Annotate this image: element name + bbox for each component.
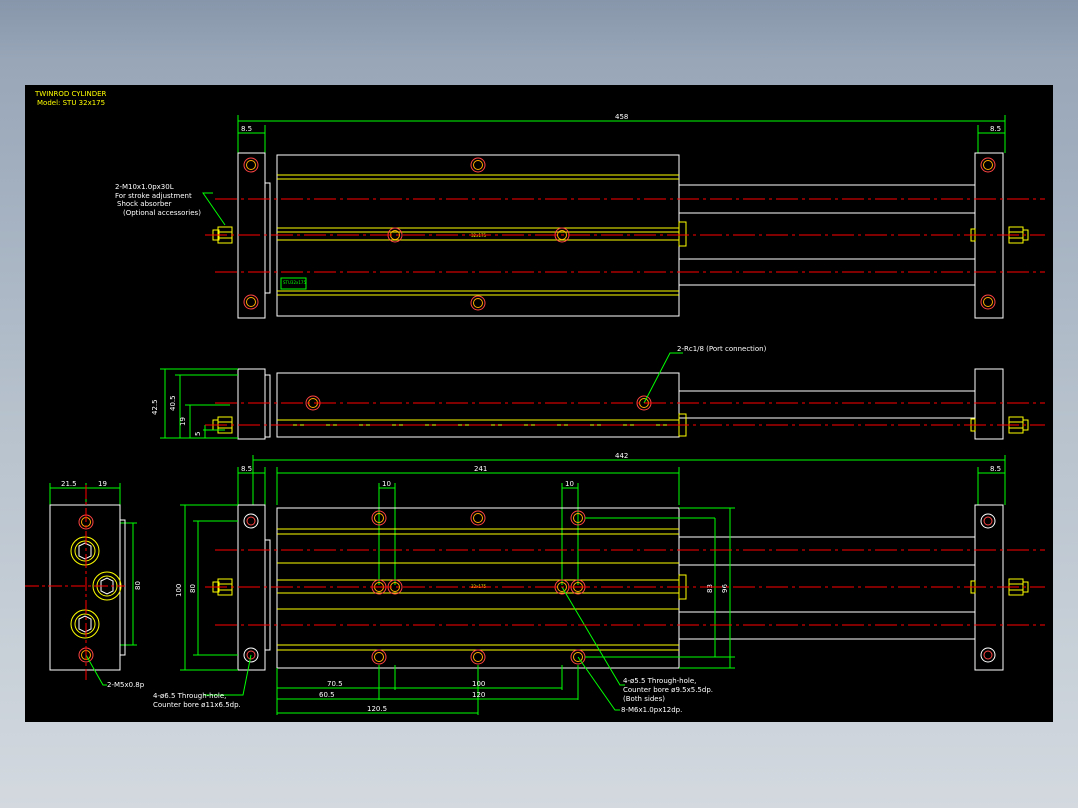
top-callout-3: Shock absorber: [117, 200, 172, 208]
bottom-dim-100-h: 100: [472, 680, 485, 688]
bottom-dim-overall: 442: [615, 452, 628, 460]
side-cylinder-body[interactable]: [276, 372, 680, 438]
side-dim-40-5: 40.5: [169, 395, 177, 411]
title-block: TWINROD CYLINDER Model: STU 32x175: [34, 90, 107, 107]
bottom-dim-96: 96: [721, 584, 729, 593]
bottom-callout-left-2: Counter bore ø11x6.5dp.: [153, 701, 241, 709]
side-dim-5: 5: [194, 432, 202, 436]
bottom-callout-right-3: (Both sides): [623, 695, 665, 703]
cad-viewport[interactable]: TWINROD CYLINDER Model: STU 32x175 458 8…: [25, 85, 1053, 722]
end-dim-19: 19: [98, 480, 107, 488]
drawing-title: TWINROD CYLINDER: [34, 90, 107, 98]
bottom-dim-120: 120: [472, 691, 485, 699]
dim-top-overall: 458: [615, 113, 628, 121]
side-dim-42-5: 42.5: [151, 399, 159, 415]
bottom-dim-83: 83: [706, 584, 714, 593]
bottom-dim-spacing-left: 10: [382, 480, 391, 488]
bottom-dim-spacing-right: 10: [565, 480, 574, 488]
bottom-callout-left-1: 4-ø6.5 Through-hole,: [153, 692, 226, 700]
top-view: 458 8.5 8.5 STU32x175 2-M10x1.0px30L For…: [115, 113, 1045, 319]
bottom-dim-body: 241: [474, 465, 487, 473]
side-port-callout: 2-Rc1/8 (Port connection): [677, 345, 767, 353]
drawing-model: Model: STU 32x175: [37, 99, 105, 107]
end-block-outline[interactable]: [49, 504, 121, 671]
bottom-dim-70-5: 70.5: [327, 680, 343, 688]
bottom-view: 442 8.5 8.5 241 10 10 100 80 83 96 70.5 …: [153, 452, 1045, 715]
bottom-dim-80: 80: [189, 584, 197, 593]
bottom-callout-right-4: 8-M6x1.0px12dp.: [621, 706, 682, 714]
end-dim-80: 80: [134, 581, 142, 590]
bottom-dim-60-5: 60.5: [319, 691, 335, 699]
bottom-dim-100: 100: [175, 584, 183, 597]
bottom-callout-right-2: Counter bore ø9.5x5.5dp.: [623, 686, 713, 694]
end-view: 21.5 19 80 2-M5x0.8p: [25, 480, 145, 689]
side-right-end-block[interactable]: [974, 368, 1004, 440]
side-dim-19: 19: [179, 417, 187, 426]
bottom-dim-120-5: 120.5: [367, 705, 387, 713]
bottom-callout-right-1: 4-ø5.5 Through-hole,: [623, 677, 696, 685]
top-callout-4: (Optional accessories): [123, 209, 201, 217]
end-dim-21-5: 21.5: [61, 480, 77, 488]
dim-top-end-right: 8.5: [990, 125, 1001, 133]
side-left-end-block[interactable]: [237, 368, 266, 440]
bottom-dim-end-left: 8.5: [241, 465, 252, 473]
end-callout: 2-M5x0.8p: [107, 681, 145, 689]
dim-top-end-left: 8.5: [241, 125, 252, 133]
top-callout-1: 2-M10x1.0px30L: [115, 183, 174, 191]
svg-text:STU32x175: STU32x175: [283, 280, 306, 285]
bottom-dim-end-right: 8.5: [990, 465, 1001, 473]
top-callout-2: For stroke adjustment: [115, 192, 192, 200]
cad-drawing: TWINROD CYLINDER Model: STU 32x175 458 8…: [25, 90, 1045, 715]
side-view: 2-Rc1/8 (Port connection) 42.5 40.5 19 5: [151, 345, 1045, 440]
